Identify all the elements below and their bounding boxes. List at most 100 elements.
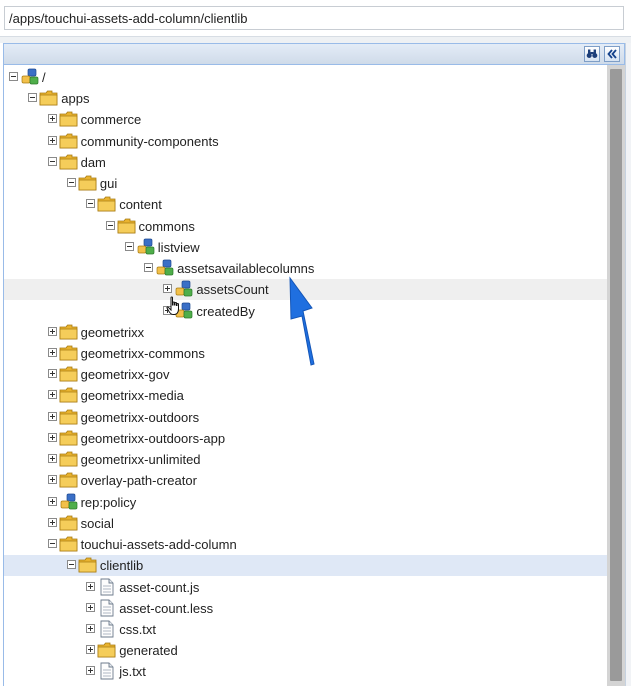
collapse-toggle-icon[interactable]: [9, 72, 18, 81]
expand-toggle-icon[interactable]: [86, 666, 96, 676]
expand-toggle-icon[interactable]: [47, 347, 57, 357]
tree-node-label[interactable]: assetsCount: [196, 279, 268, 300]
folder-icon: [59, 153, 79, 171]
tree-node-label[interactable]: commerce: [81, 109, 142, 130]
tree-node[interactable]: commerce: [4, 109, 608, 130]
expand-toggle-icon[interactable]: [47, 432, 57, 442]
tree-node-label[interactable]: createdBy: [196, 301, 255, 322]
tree-node[interactable]: /: [4, 67, 608, 88]
tree-node-label[interactable]: geometrixx-outdoors: [81, 407, 200, 428]
tree-node[interactable]: geometrixx-unlimited: [4, 449, 608, 470]
expand-toggle-icon[interactable]: [86, 602, 96, 612]
folder-icon: [59, 386, 79, 404]
expand-toggle-icon[interactable]: [47, 475, 57, 485]
tree-node-label[interactable]: social: [81, 513, 114, 534]
tree-node[interactable]: asset-count.less: [4, 598, 608, 619]
tree-node[interactable]: geometrixx-outdoors: [4, 407, 608, 428]
tree-node-label[interactable]: content: [119, 194, 162, 215]
hand-cursor-icon: [166, 296, 179, 315]
tree-node-label[interactable]: geometrixx: [81, 322, 145, 343]
collapse-toggle-icon[interactable]: [86, 199, 96, 209]
scrollbar-thumb[interactable]: [610, 69, 622, 681]
collapse-toggle-icon[interactable]: [66, 560, 76, 570]
expand-toggle-icon[interactable]: [47, 369, 57, 379]
collapse-toggle-icon[interactable]: [47, 539, 57, 549]
tree-node[interactable]: generated: [4, 640, 608, 661]
tree-node-label[interactable]: geometrixx-commons: [81, 343, 205, 364]
tree-node-label[interactable]: rep:policy: [81, 492, 137, 513]
tree-toolbar: [3, 43, 625, 65]
tree-node[interactable]: clientlib: [4, 555, 608, 577]
expand-toggle-icon[interactable]: [47, 517, 57, 527]
expand-toggle-icon[interactable]: [47, 454, 57, 464]
tree-node[interactable]: content: [4, 194, 608, 215]
tree-node-label[interactable]: js.txt: [119, 661, 146, 682]
vertical-scrollbar[interactable]: [607, 65, 625, 686]
tree-node[interactable]: rep:policy: [4, 492, 608, 513]
tree-node-label[interactable]: gui: [100, 173, 117, 194]
expand-toggle-icon[interactable]: [47, 411, 57, 421]
folder-icon: [78, 174, 98, 192]
expand-toggle-icon[interactable]: [47, 326, 57, 336]
node-icon: [59, 493, 79, 511]
tree-node-label[interactable]: community-components: [81, 131, 219, 152]
tree-node-label[interactable]: /: [42, 67, 46, 88]
tree-node[interactable]: geometrixx-commons: [4, 343, 608, 364]
tree-node[interactable]: assetsavailablecolumns: [4, 258, 608, 279]
path-field[interactable]: /apps/touchui-assets-add-column/clientli…: [4, 6, 624, 30]
tree-node[interactable]: apps: [4, 88, 608, 109]
collapse-toggle-icon[interactable]: [66, 178, 76, 188]
tree-node[interactable]: createdBy: [4, 301, 608, 322]
tree-node[interactable]: geometrixx-outdoors-app: [4, 428, 608, 449]
binoculars-icon[interactable]: [584, 46, 600, 62]
tree-node-label[interactable]: overlay-path-creator: [81, 470, 197, 491]
tree-node-label[interactable]: generated: [119, 640, 178, 661]
tree-node-label[interactable]: dam: [81, 152, 106, 173]
collapse-toggle-icon[interactable]: [28, 93, 38, 103]
folder-icon: [59, 535, 79, 553]
tree-node[interactable]: overlay-path-creator: [4, 470, 608, 491]
tree-node[interactable]: geometrixx-gov: [4, 364, 608, 385]
expand-toggle-icon[interactable]: [47, 496, 57, 506]
expand-toggle-icon[interactable]: [163, 284, 173, 294]
expand-toggle-icon[interactable]: [47, 135, 57, 145]
collapse-toggle-icon[interactable]: [47, 156, 57, 166]
tree-node[interactable]: asset-count.js: [4, 577, 608, 598]
tree-node-label[interactable]: asset-count.less: [119, 598, 213, 619]
tree-node[interactable]: gui: [4, 173, 608, 194]
tree-node[interactable]: geometrixx: [4, 322, 608, 343]
tree-node-label[interactable]: commons: [139, 216, 195, 237]
tree-node-label[interactable]: geometrixx-unlimited: [81, 449, 201, 470]
expand-toggle-icon[interactable]: [47, 114, 57, 124]
folder-icon: [97, 195, 117, 213]
tree-node[interactable]: css.txt: [4, 619, 608, 640]
tree-node[interactable]: touchui-assets-add-column: [4, 534, 608, 555]
expand-toggle-icon[interactable]: [86, 581, 96, 591]
tree-node[interactable]: geometrixx-media: [4, 385, 608, 406]
tree-node-label[interactable]: geometrixx-gov: [81, 364, 170, 385]
tree-node[interactable]: commons: [4, 216, 608, 237]
tree-node[interactable]: social: [4, 513, 608, 534]
folder-icon: [39, 89, 59, 107]
expand-toggle-icon[interactable]: [47, 390, 57, 400]
collapse-toggle-icon[interactable]: [124, 241, 134, 251]
tree-node[interactable]: listview: [4, 237, 608, 258]
tree-node-label[interactable]: css.txt: [119, 619, 156, 640]
tree-node-label[interactable]: apps: [61, 88, 89, 109]
tree-node-label[interactable]: assetsavailablecolumns: [177, 258, 314, 279]
collapse-toggle-icon[interactable]: [144, 263, 154, 273]
tree-node[interactable]: js.txt: [4, 661, 608, 682]
tree-node[interactable]: assetsCount: [4, 279, 608, 301]
tree-node-label[interactable]: geometrixx-media: [81, 385, 184, 406]
tree-node[interactable]: community-components: [4, 131, 608, 152]
tree-node-label[interactable]: touchui-assets-add-column: [81, 534, 237, 555]
tree-node-label[interactable]: clientlib: [100, 555, 143, 576]
tree-node-label[interactable]: listview: [158, 237, 200, 258]
tree-node-label[interactable]: geometrixx-outdoors-app: [81, 428, 226, 449]
tree-node[interactable]: dam: [4, 152, 608, 173]
tree-node-label[interactable]: asset-count.js: [119, 577, 199, 598]
double-chevron-left-icon[interactable]: [604, 46, 620, 62]
collapse-toggle-icon[interactable]: [105, 220, 115, 230]
expand-toggle-icon[interactable]: [86, 623, 96, 633]
expand-toggle-icon[interactable]: [86, 645, 96, 655]
